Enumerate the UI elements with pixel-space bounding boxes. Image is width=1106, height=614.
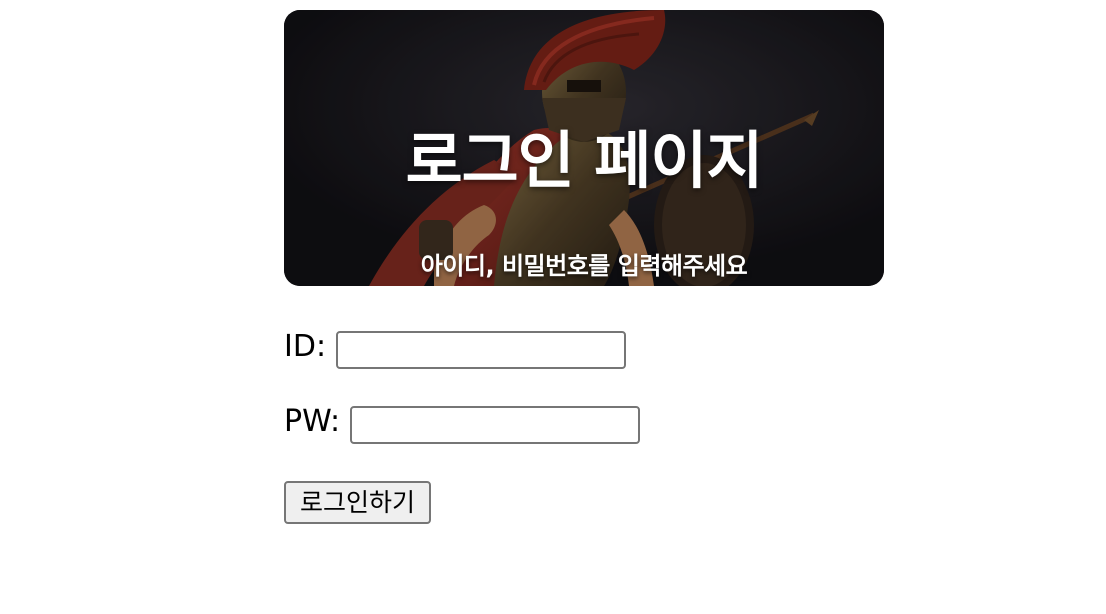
login-button[interactable]: 로그인하기 — [284, 481, 431, 524]
pw-row: PW: — [284, 404, 641, 444]
pw-label: PW: — [284, 404, 341, 439]
id-row: ID: — [284, 329, 627, 369]
login-page: 로그인 페이지 아이디, 비밀번호를 입력해주세요 ID: PW: 로그인하기 — [284, 10, 884, 524]
page-title: 로그인 페이지 — [405, 124, 764, 197]
hero-banner: 로그인 페이지 아이디, 비밀번호를 입력해주세요 — [284, 10, 884, 286]
page-subtitle: 아이디, 비밀번호를 입력해주세요 — [420, 252, 748, 280]
password-input[interactable] — [350, 406, 641, 444]
id-label: ID: — [284, 329, 327, 364]
id-input[interactable] — [336, 331, 627, 369]
